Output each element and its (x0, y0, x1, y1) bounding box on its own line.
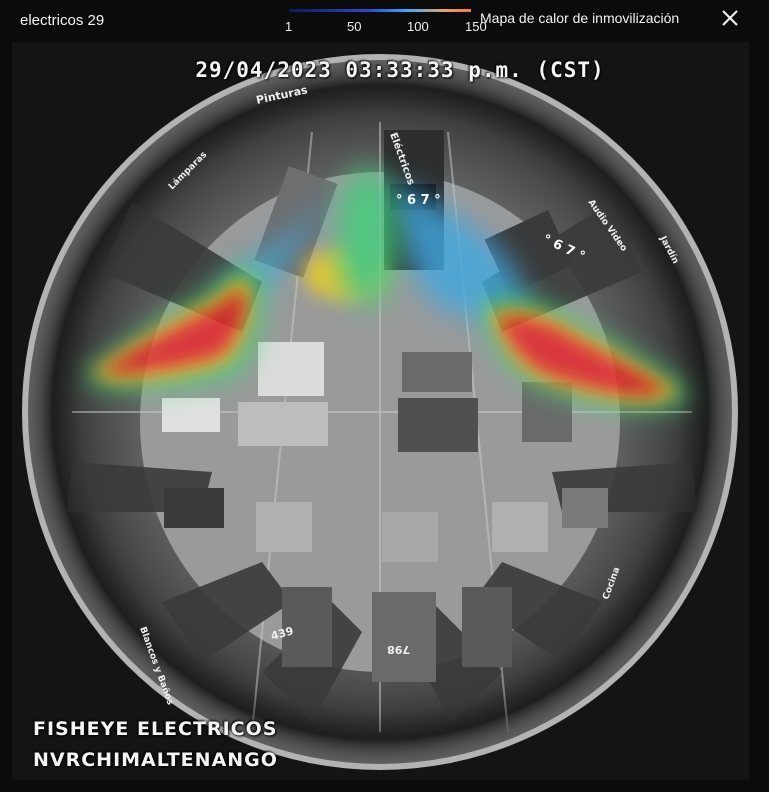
heatmap-legend: 1 50 100 150 (285, 6, 487, 36)
close-icon (722, 10, 738, 26)
legend-gradient-bar (289, 9, 471, 12)
heatmap-viewer: electricos 29 1 50 100 150 Mapa de calor… (0, 0, 769, 792)
osd-timestamp: 29/04/2023 03:33:33 p.m. (CST) (195, 58, 605, 82)
fisheye-image: Pinturas Eléctricos ° 6 7 ° ° 6 7 ° Audi… (12, 42, 749, 780)
camera-title: electricos 29 (20, 12, 105, 29)
viewer-header: electricos 29 1 50 100 150 Mapa de calor… (0, 0, 769, 42)
bottom-strip (0, 780, 769, 792)
close-button[interactable] (718, 6, 742, 30)
osd-camera-name: FISHEYE ELECTRICOS (33, 718, 278, 740)
osd-nvr-name: NVRCHIMALTENANGO (33, 749, 278, 771)
legend-tick: 1 (285, 19, 293, 34)
legend-tick: 100 (407, 19, 429, 34)
legend-tick: 50 (347, 19, 362, 34)
camera-video-frame[interactable]: Pinturas Eléctricos ° 6 7 ° ° 6 7 ° Audi… (12, 42, 749, 780)
sign-price-a: ° 6 7 ° (396, 193, 441, 208)
sign-price-d: 798 (387, 643, 410, 656)
heatmap-title: Mapa de calor de inmovilización (480, 10, 680, 26)
